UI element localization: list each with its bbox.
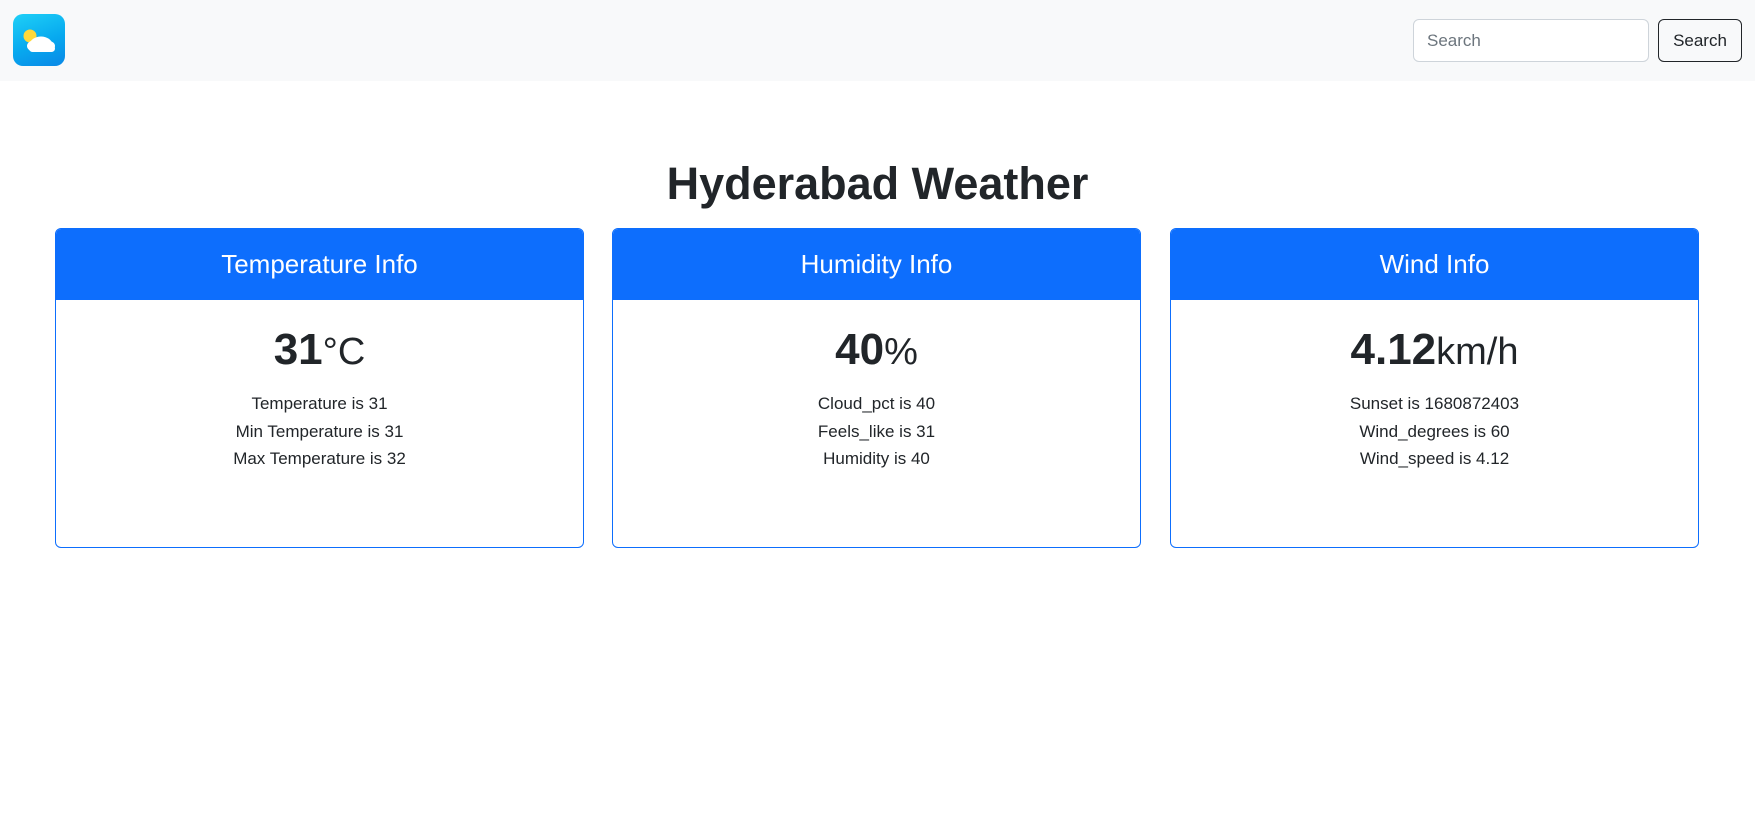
card-main-value: 40% [613,322,1140,378]
navbar: Search [0,0,1755,81]
detail-line: Cloud_pct is 40 [817,394,936,413]
detail-line: Min Temperature is 31 [235,421,404,441]
detail-line: Sunset is 1680872403 [1349,394,1520,413]
detail-line: Wind_speed is 4.12 [1359,449,1510,468]
card-header: Humidity Info [613,229,1140,300]
humidity-value: 40 [835,325,885,374]
humidity-card: Humidity Info 40% Cloud_pct is 40 Feels_… [612,228,1141,548]
card-main-value: 4.12km/h [1171,322,1698,378]
card-main-value: 31°C [56,322,583,378]
wind-card: Wind Info 4.12km/h Sunset is 1680872403 … [1170,228,1699,548]
wind-value: 4.12 [1350,325,1437,374]
page-title: Hyderabad Weather [666,158,1089,209]
card-header: Wind Info [1171,229,1698,300]
card-details: Sunset is 1680872403 Wind_degrees is 60 … [1171,390,1698,473]
card-details: Cloud_pct is 40 Feels_like is 31 Humidit… [613,390,1140,473]
search-button[interactable]: Search [1658,19,1742,62]
humidity-unit: % [884,331,918,373]
detail-line: Max Temperature is 32 [233,449,406,468]
partly-cloudy-icon [23,29,55,52]
card-details: Temperature is 31 Min Temperature is 31 … [56,390,583,473]
temperature-value: 31 [273,325,323,374]
card-header: Temperature Info [56,229,583,300]
detail-line: Wind_degrees is 60 [1359,421,1510,441]
detail-line: Temperature is 31 [251,394,388,413]
detail-line: Feels_like is 31 [817,421,936,441]
temperature-card: Temperature Info 31°C Temperature is 31 … [55,228,584,548]
detail-line: Humidity is 40 [823,449,930,468]
wind-unit: km/h [1436,331,1519,373]
search-input[interactable] [1413,19,1649,62]
temperature-unit: °C [322,331,366,373]
weather-logo-icon[interactable] [13,14,65,66]
